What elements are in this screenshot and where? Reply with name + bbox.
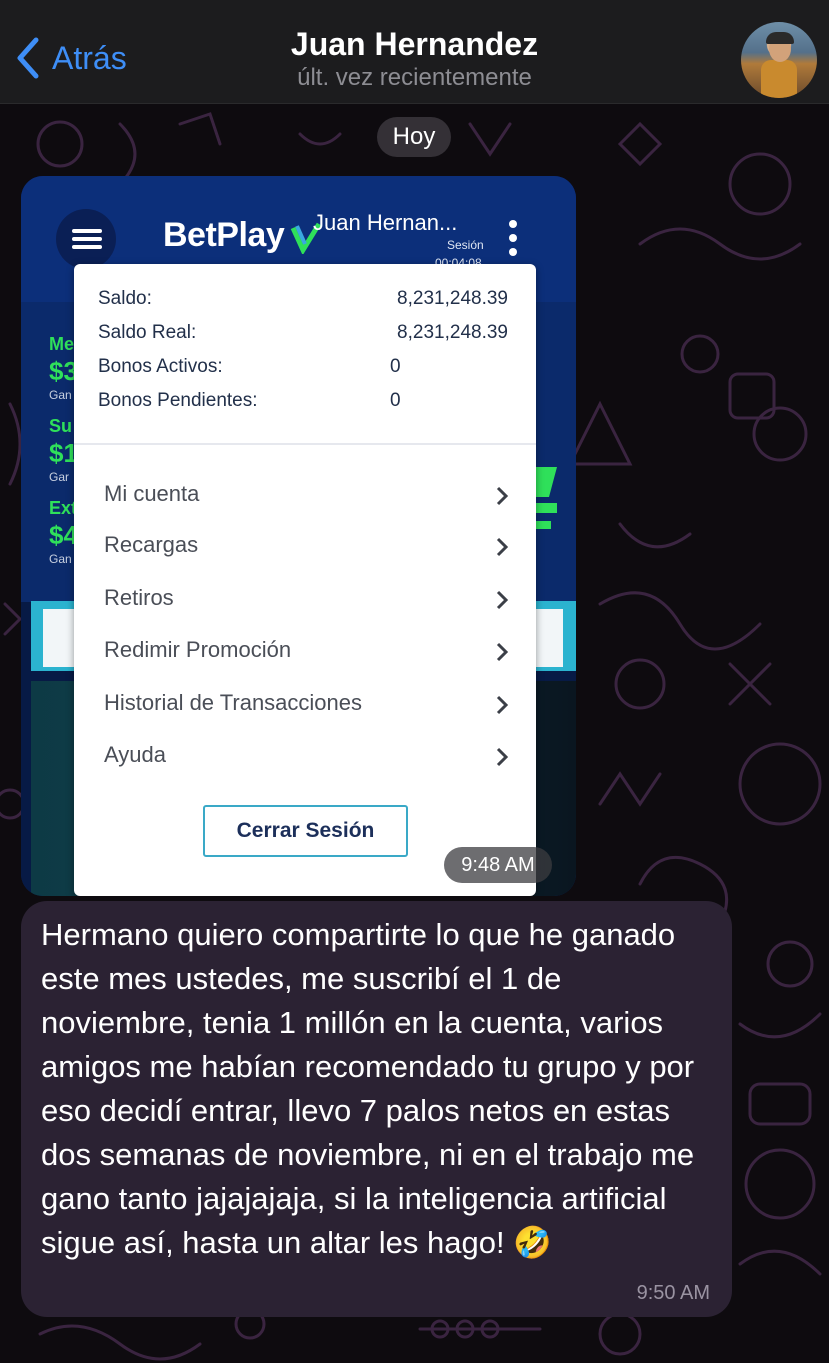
menu-item-label: Ayuda bbox=[104, 742, 166, 767]
contact-status: últ. vez recientemente bbox=[297, 64, 532, 91]
text-message[interactable]: Hermano quiero compartirte lo que he gan… bbox=[21, 901, 732, 1317]
account-dropdown: Saldo: 8,231,248.39 Saldo Real: 8,231,24… bbox=[74, 264, 536, 896]
betplay-session-label: Sesión bbox=[447, 238, 484, 252]
image-message-time: 9:48 AM bbox=[444, 847, 552, 883]
balance-value: 8,231,248.39 bbox=[397, 322, 508, 343]
balance-value: 0 bbox=[390, 390, 401, 411]
side-label: Su bbox=[49, 416, 73, 436]
avatar[interactable] bbox=[741, 22, 817, 98]
more-vertical-icon bbox=[509, 220, 519, 258]
side-label: Ext bbox=[49, 498, 78, 518]
balance-label: Saldo: bbox=[98, 288, 152, 309]
contact-name[interactable]: Juan Hernandez bbox=[0, 26, 829, 63]
menu-item-label: Historial de Transacciones bbox=[104, 690, 363, 715]
chat-header: Atrás Juan Hernandez últ. vez recienteme… bbox=[0, 0, 829, 104]
date-separator: Hoy bbox=[377, 117, 451, 157]
side-sub: Gar bbox=[49, 470, 70, 484]
image-message[interactable]: BetPlay Juan Hernan... Sesión 00:04:08 M… bbox=[21, 176, 576, 896]
menu-item-label: Retiros bbox=[104, 585, 174, 610]
menu-item-recargas[interactable]: Recargas bbox=[104, 532, 509, 572]
betplay-username: Juan Hernan... bbox=[313, 210, 458, 235]
message-text: Hermano quiero compartirte lo que he gan… bbox=[41, 917, 695, 1260]
side-sub: Gan bbox=[49, 388, 72, 402]
betplay-logo: BetPlay bbox=[163, 216, 285, 254]
menu-item-label: Recargas bbox=[104, 532, 199, 557]
menu-item-mi-cuenta[interactable]: Mi cuenta bbox=[104, 481, 509, 521]
menu-item-label: Mi cuenta bbox=[104, 481, 200, 506]
menu-item-historial[interactable]: Historial de Transacciones bbox=[104, 690, 509, 730]
balance-label: Saldo Real: bbox=[98, 322, 197, 343]
side-label: Me bbox=[49, 334, 75, 354]
menu-item-redimir-promocion[interactable]: Redimir Promoción bbox=[104, 637, 509, 677]
logout-button[interactable]: Cerrar Sesión bbox=[203, 805, 408, 857]
menu-item-retiros[interactable]: Retiros bbox=[104, 585, 509, 625]
menu-item-label: Redimir Promoción bbox=[104, 637, 292, 662]
balance-value: 0 bbox=[390, 356, 401, 377]
divider bbox=[74, 443, 536, 445]
balance-value: 8,231,248.39 bbox=[397, 288, 508, 309]
chevron-right-icon bbox=[496, 486, 509, 506]
chevron-right-icon bbox=[496, 590, 509, 610]
menu-item-ayuda[interactable]: Ayuda bbox=[104, 742, 509, 782]
chevron-right-icon bbox=[496, 747, 509, 767]
hamburger-icon bbox=[56, 209, 116, 269]
chevron-right-icon bbox=[496, 537, 509, 557]
message-time: 9:50 AM bbox=[636, 1282, 710, 1304]
chevron-right-icon bbox=[496, 695, 509, 715]
balance-label: Bonos Pendientes: bbox=[98, 390, 258, 411]
side-sub: Gan bbox=[49, 552, 72, 566]
balance-label: Bonos Activos: bbox=[98, 356, 223, 377]
chevron-right-icon bbox=[496, 642, 509, 662]
